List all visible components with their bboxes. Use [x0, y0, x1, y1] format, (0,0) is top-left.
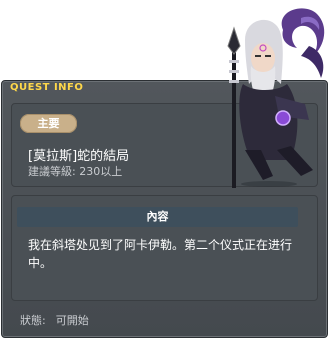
- quest-id: 34268-0: [2, 71, 40, 81]
- main-quest-tag: 主要: [20, 114, 77, 133]
- content-header: 內容: [17, 207, 298, 227]
- quest-status: 狀態: 可開始: [20, 312, 89, 328]
- npc-illustration-icon: [227, 8, 325, 188]
- quest-name: [莫拉斯]蛇的結局: [28, 149, 130, 164]
- status-value: 可開始: [55, 314, 89, 327]
- quest-description: 我在斜塔处见到了阿卡伊勒。第二个仪式正在进行中。: [28, 238, 293, 270]
- status-label: 狀態:: [20, 314, 46, 327]
- quest-info-title: QUEST INFO: [10, 82, 84, 93]
- recommended-level: 建議等級: 230以上: [28, 165, 123, 178]
